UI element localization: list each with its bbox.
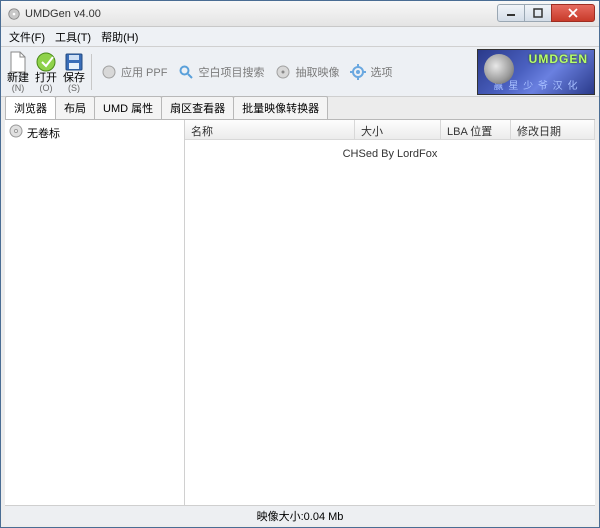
menubar: 文件(F) 工具(T) 帮助(H) (1, 27, 599, 47)
search-icon (177, 63, 195, 81)
column-size[interactable]: 大小 (355, 120, 441, 139)
list-header: 名称 大小 LBA 位置 修改日期 (185, 120, 595, 140)
toolbar: 新建(N) 打开(O) 保存(S) 应用 PPF 空白项目搜索 (1, 47, 599, 97)
window-controls (498, 4, 595, 24)
minimize-button[interactable] (497, 4, 525, 22)
save-button[interactable]: 保存(S) (61, 49, 87, 95)
new-file-icon (7, 51, 29, 73)
save-label: 保存 (63, 73, 85, 84)
list-pane: 名称 大小 LBA 位置 修改日期 CHSed By LordFox (185, 120, 595, 505)
tab-batch-converter[interactable]: 批量映像转换器 (233, 96, 328, 119)
maximize-button[interactable] (524, 4, 552, 22)
tab-layout[interactable]: 布局 (55, 96, 95, 119)
tree-root-label: 无卷标 (27, 125, 60, 141)
tab-sector-viewer[interactable]: 扇区查看器 (161, 96, 234, 119)
new-shortcut: (N) (12, 84, 25, 93)
disc-icon (484, 54, 514, 84)
open-shortcut: (O) (40, 84, 53, 93)
app-window: UMDGen v4.00 文件(F) 工具(T) 帮助(H) 新建(N) (0, 0, 600, 528)
open-label: 打开 (35, 73, 57, 84)
column-mdate[interactable]: 修改日期 (511, 120, 595, 139)
tab-strip: 浏览器 布局 UMD 属性 扇区查看器 批量映像转换器 (1, 97, 599, 119)
image-size-label: 映像大小:0.04 Mb (257, 508, 344, 524)
tab-browser[interactable]: 浏览器 (5, 96, 56, 119)
extract-icon (274, 63, 292, 81)
open-icon (35, 51, 57, 73)
titlebar-left: UMDGen v4.00 (1, 7, 101, 21)
save-shortcut: (S) (68, 84, 80, 93)
tree-pane[interactable]: 无卷标 (5, 120, 185, 505)
window-title: UMDGen v4.00 (25, 8, 101, 20)
new-label: 新建 (7, 73, 29, 84)
extract-image-label: 抽取映像 (295, 64, 339, 80)
tab-umd-props[interactable]: UMD 属性 (94, 96, 162, 119)
content-area: 无卷标 名称 大小 LBA 位置 修改日期 CHSed By LordFox (5, 119, 595, 505)
options-label: 选项 (370, 64, 392, 80)
list-body[interactable]: CHSed By LordFox (185, 140, 595, 505)
brand-banner: UMDGEN 赢 星 少 爷 汉 化 (477, 49, 595, 95)
titlebar: UMDGen v4.00 (1, 1, 599, 27)
gear-icon (349, 63, 367, 81)
extract-image-button[interactable]: 抽取映像 (270, 63, 343, 81)
toolbar-separator (91, 54, 92, 90)
tree-root[interactable]: 无卷标 (9, 124, 180, 141)
new-button[interactable]: 新建(N) (5, 49, 31, 95)
app-icon (7, 7, 21, 21)
list-placeholder: CHSed By LordFox (185, 148, 595, 160)
apply-ppf-label: 应用 PPF (121, 64, 167, 80)
blank-search-label: 空白项目搜索 (198, 64, 264, 80)
close-button[interactable] (551, 4, 595, 22)
menu-help[interactable]: 帮助(H) (97, 27, 142, 47)
volume-icon (9, 124, 23, 141)
apply-ppf-button[interactable]: 应用 PPF (96, 63, 171, 81)
patch-icon (100, 63, 118, 81)
blank-search-button[interactable]: 空白项目搜索 (173, 63, 268, 81)
column-name[interactable]: 名称 (185, 120, 355, 139)
menu-file[interactable]: 文件(F) (5, 27, 49, 47)
options-button[interactable]: 选项 (345, 63, 396, 81)
menu-tools[interactable]: 工具(T) (51, 27, 95, 47)
save-icon (63, 51, 85, 73)
brand-title: UMDGEN (529, 52, 588, 66)
statusbar: 映像大小:0.04 Mb (5, 505, 595, 525)
column-lba[interactable]: LBA 位置 (441, 120, 511, 139)
open-button[interactable]: 打开(O) (33, 49, 59, 95)
